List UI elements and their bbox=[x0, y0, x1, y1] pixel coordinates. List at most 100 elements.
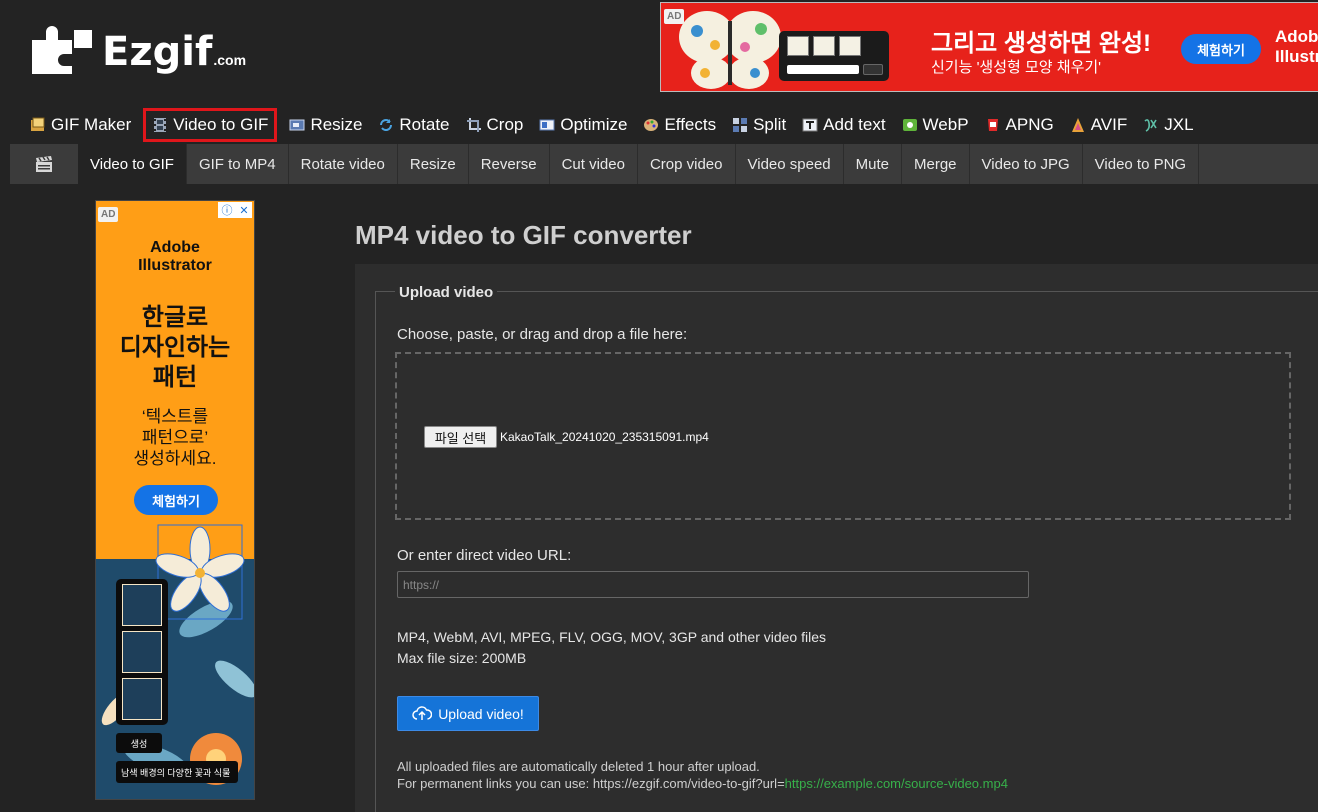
apng-icon bbox=[985, 117, 1001, 133]
url-label: Or enter direct video URL: bbox=[397, 547, 572, 564]
nav-label: JXL bbox=[1164, 115, 1194, 134]
ad-sub-line: ‘텍스트를 bbox=[141, 407, 209, 426]
ad-headline: 한글로 디자인하는 패턴 bbox=[96, 303, 254, 393]
subtab-mute[interactable]: Mute bbox=[844, 144, 902, 184]
nav-gif-maker[interactable]: GIF Maker bbox=[26, 108, 135, 142]
subtab-video-speed[interactable]: Video speed bbox=[736, 144, 844, 184]
crop-icon bbox=[466, 117, 482, 133]
nav-label: AVIF bbox=[1090, 115, 1128, 134]
ad-close-controls[interactable]: ⓘ ✕ bbox=[218, 202, 252, 218]
note-line: All uploaded files are automatically del… bbox=[397, 759, 760, 774]
cloud-upload-icon bbox=[412, 705, 433, 722]
file-select-button[interactable]: 파일 선택 bbox=[424, 426, 497, 448]
example-source-link[interactable]: https://example.com/source-video.mp4 bbox=[785, 776, 1008, 791]
ad-brand-line: Adobe bbox=[150, 239, 200, 256]
top-banner-ad[interactable]: AD 그리고 생성하면 완성! 신기능 '생성형 모양 채우기' 체험하기 Ad… bbox=[660, 2, 1318, 92]
nav-label: GIF Maker bbox=[51, 115, 132, 134]
ad-sub-line: 패턴으로’ bbox=[141, 428, 209, 447]
phone-mockup bbox=[116, 579, 168, 725]
ad-sub-line: 생성하세요. bbox=[133, 449, 217, 468]
subtab-video-to-gif[interactable]: Video to GIF bbox=[78, 144, 187, 184]
subtab-rotate-video[interactable]: Rotate video bbox=[289, 144, 398, 184]
nav-add-text[interactable]: Add text bbox=[798, 108, 889, 142]
subtab-video-to-png[interactable]: Video to PNG bbox=[1083, 144, 1200, 184]
nav-resize[interactable]: Resize bbox=[285, 108, 366, 142]
upload-video-button[interactable]: Upload video! bbox=[397, 696, 539, 731]
info-icon[interactable]: ⓘ bbox=[221, 202, 232, 218]
nav-apng[interactable]: APNG bbox=[981, 108, 1058, 142]
split-icon bbox=[732, 117, 748, 133]
ad-prompt-field: 남색 배경의 다양한 꽃과 식물 bbox=[116, 761, 238, 783]
ad-subtext: ‘텍스트를 패턴으로’ 생성하세요. bbox=[96, 406, 254, 469]
nav-optimize[interactable]: Optimize bbox=[535, 108, 631, 142]
ad-headline: 그리고 생성하면 완성! bbox=[931, 30, 1152, 57]
subtab-cut-video[interactable]: Cut video bbox=[550, 144, 638, 184]
subtab-resize[interactable]: Resize bbox=[398, 144, 469, 184]
logo-puzzle-icon bbox=[32, 26, 92, 74]
nav-split[interactable]: Split bbox=[728, 108, 790, 142]
subtab-video-to-jpg[interactable]: Video to JPG bbox=[970, 144, 1083, 184]
ad-cta-button[interactable]: 체험하기 bbox=[134, 485, 218, 515]
ad-subline: 신기능 '생성형 모양 채우기' bbox=[931, 59, 1102, 76]
nav-webp[interactable]: WebP bbox=[898, 108, 973, 142]
nav-label: Effects bbox=[664, 115, 717, 134]
main-nav: GIF Maker Video to GIF Resize Rotate Cro… bbox=[26, 106, 1206, 144]
ad-generate-button: 생성 bbox=[116, 733, 162, 753]
supported-formats: MP4, WebM, AVI, MPEG, FLV, OGG, MOV, 3GP… bbox=[397, 627, 826, 669]
file-dropzone[interactable]: 파일 선택 KakaoTalk_20241020_235315091.mp4 bbox=[395, 352, 1291, 520]
nav-jxl[interactable]: JXL bbox=[1139, 108, 1197, 142]
video-sub-nav: Video to GIF GIF to MP4 Rotate video Res… bbox=[10, 144, 1318, 184]
nav-label: APNG bbox=[1005, 115, 1054, 134]
rotate-icon bbox=[378, 117, 394, 133]
upload-panel: Upload video Choose, paste, or drag and … bbox=[355, 264, 1318, 812]
side-banner-ad[interactable]: AD ⓘ ✕ Adobe Illustrator 한글로 디자인하는 패턴 ‘텍… bbox=[95, 200, 255, 800]
film-icon bbox=[152, 117, 168, 133]
logo-suffix: .com bbox=[213, 52, 247, 68]
upload-note: All uploaded files are automatically del… bbox=[397, 758, 1008, 792]
butterfly-illustration bbox=[679, 11, 781, 89]
optimize-icon bbox=[539, 117, 555, 133]
note-line: For permanent links you can use: https:/… bbox=[397, 775, 1008, 792]
ad-headline-line: 한글로 bbox=[141, 304, 209, 331]
nav-video-to-gif[interactable]: Video to GIF bbox=[143, 108, 278, 142]
gif-maker-icon bbox=[30, 117, 46, 133]
clapperboard-icon bbox=[10, 144, 78, 184]
ad-headline-line: 디자인하는 bbox=[119, 334, 231, 361]
ad-brand: Adobe Illustrator bbox=[96, 239, 254, 275]
permanent-link-prefix: For permanent links you can use: https:/… bbox=[397, 776, 785, 791]
subtab-reverse[interactable]: Reverse bbox=[469, 144, 550, 184]
upload-legend: Upload video bbox=[395, 284, 498, 301]
ad-brand: Adobe Illustrator bbox=[1275, 27, 1318, 66]
ad-brand-line: Illustrator bbox=[138, 257, 212, 274]
subtab-gif-to-mp4[interactable]: GIF to MP4 bbox=[187, 144, 289, 184]
nav-label: Rotate bbox=[399, 115, 450, 134]
nav-avif[interactable]: AVIF bbox=[1066, 108, 1132, 142]
nav-label: Video to GIF bbox=[173, 115, 269, 134]
add-text-icon bbox=[802, 117, 818, 133]
ezgif-logo[interactable]: Ezgif .com bbox=[28, 24, 246, 74]
site-header: Ezgif .com AD 그리고 생성하면 완성! 신기능 '생성형 모양 채… bbox=[0, 0, 1318, 106]
nav-label: Add text bbox=[823, 115, 886, 134]
nav-crop[interactable]: Crop bbox=[462, 108, 528, 142]
nav-rotate[interactable]: Rotate bbox=[374, 108, 453, 142]
close-icon[interactable]: ✕ bbox=[239, 204, 248, 217]
ad-preview-window bbox=[779, 31, 889, 81]
max-size-line: Max file size: 200MB bbox=[397, 650, 527, 666]
nav-label: WebP bbox=[922, 115, 969, 134]
nav-label: Split bbox=[753, 115, 787, 134]
choose-file-label: Choose, paste, or drag and drop a file h… bbox=[397, 326, 688, 343]
subtab-merge[interactable]: Merge bbox=[902, 144, 970, 184]
upload-button-label: Upload video! bbox=[438, 705, 524, 722]
nav-label: Resize bbox=[310, 115, 363, 134]
webp-icon bbox=[902, 117, 918, 133]
nav-label: Optimize bbox=[560, 115, 628, 134]
ad-tag: AD bbox=[98, 207, 119, 222]
nav-effects[interactable]: Effects bbox=[639, 108, 720, 142]
resize-icon bbox=[289, 117, 305, 133]
ad-cta-button[interactable]: 체험하기 bbox=[1181, 34, 1261, 64]
video-url-input[interactable] bbox=[397, 571, 1029, 598]
selected-file-name: KakaoTalk_20241020_235315091.mp4 bbox=[500, 430, 709, 444]
jxl-icon bbox=[1143, 117, 1159, 133]
subtab-crop-video[interactable]: Crop video bbox=[638, 144, 736, 184]
nav-label: Crop bbox=[486, 115, 524, 134]
